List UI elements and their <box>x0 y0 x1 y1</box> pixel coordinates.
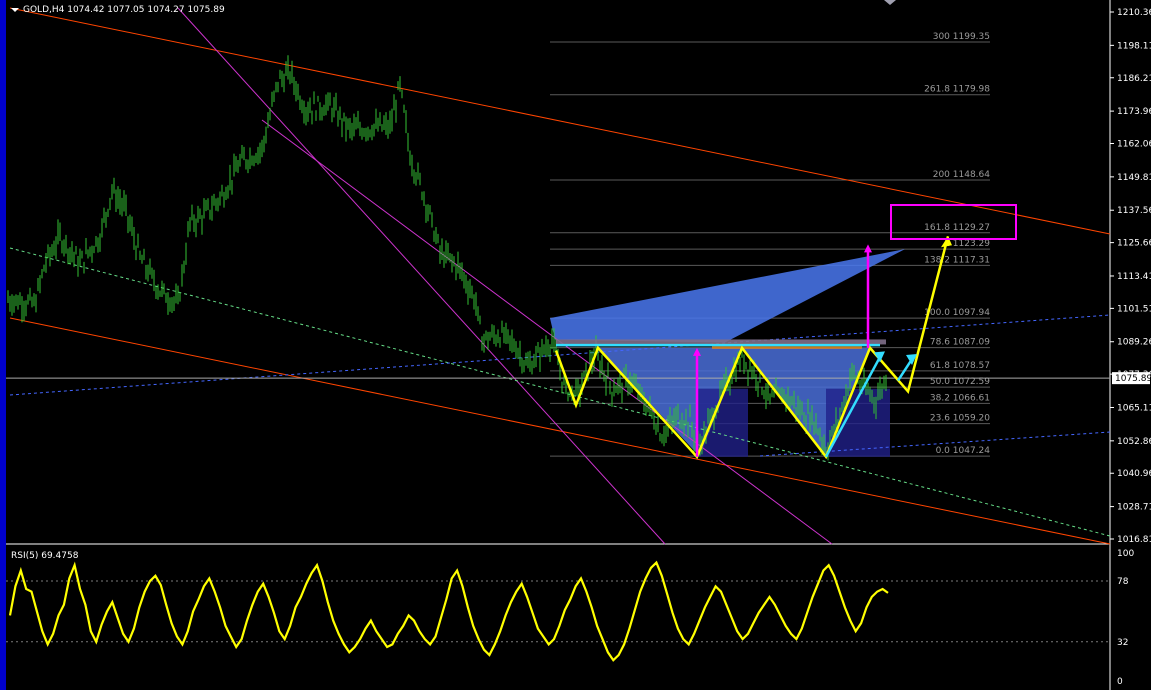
price-axis-label: 1089.26 <box>1117 338 1151 348</box>
price-axis-label: 1198.11 <box>1117 41 1151 51</box>
fib-level-label: 261.8 1179.98 <box>924 85 990 95</box>
fib-level-label: 200 1148.64 <box>933 170 991 180</box>
price-axis-label: 1173.96 <box>1117 107 1151 117</box>
price-axis-label: 1149.81 <box>1117 173 1151 183</box>
fib-level-label: 61.8 1078.57 <box>930 361 990 371</box>
price-axis-label: 1065.11 <box>1117 403 1151 413</box>
rsi-axis-label: 78 <box>1117 577 1129 587</box>
fib-level-label: 138.2 1117.31 <box>924 255 990 265</box>
price-axis-label: 1052.86 <box>1117 437 1151 447</box>
fib-level-label: 23.6 1059.20 <box>930 414 990 424</box>
current-price-label: 1075.89 <box>1115 374 1151 384</box>
price-axis-label: 1101.51 <box>1117 304 1151 314</box>
rsi-axis-label: 32 <box>1117 638 1128 648</box>
fib-level-label: 300 1199.35 <box>933 32 990 42</box>
price-axis-label: 1137.56 <box>1117 206 1151 216</box>
price-axis-label: 1040.96 <box>1117 469 1151 479</box>
fib-level-label: 100.0 1097.94 <box>924 308 990 318</box>
zone-rect-left <box>698 388 748 457</box>
neckline-band <box>556 339 886 345</box>
chart-title: GOLD,H4 1074.42 1077.05 1074.27 1075.89 <box>23 5 225 15</box>
rsi-axis-label: 0 <box>1117 677 1123 687</box>
price-axis-label: 1186.21 <box>1117 74 1151 84</box>
rsi-axis-label: 100 <box>1117 549 1134 559</box>
price-chart-svg: 300 1199.35 261.8 1179.98 200 1148.64 161.8… <box>0 0 1151 690</box>
price-axis-label: 1162.06 <box>1117 140 1151 150</box>
price-axis-label: 1016.81 <box>1117 535 1151 545</box>
rsi-title: RSI(5) 69.4758 <box>11 551 79 561</box>
price-axis-label: 1125.66 <box>1117 239 1151 249</box>
left-border <box>0 0 6 690</box>
price-axis-label: 1028.71 <box>1117 503 1151 513</box>
price-axis-label: 1210.36 <box>1117 8 1151 18</box>
fib-level-label: 0.0 1047.24 <box>936 446 991 456</box>
fib-level-label: 161.8 1129.27 <box>924 223 990 233</box>
fib-level-label: 38.2 1066.61 <box>930 393 990 403</box>
fib-level-label: 78.6 1087.09 <box>930 338 990 348</box>
price-axis-label: 1113.41 <box>1117 272 1151 282</box>
